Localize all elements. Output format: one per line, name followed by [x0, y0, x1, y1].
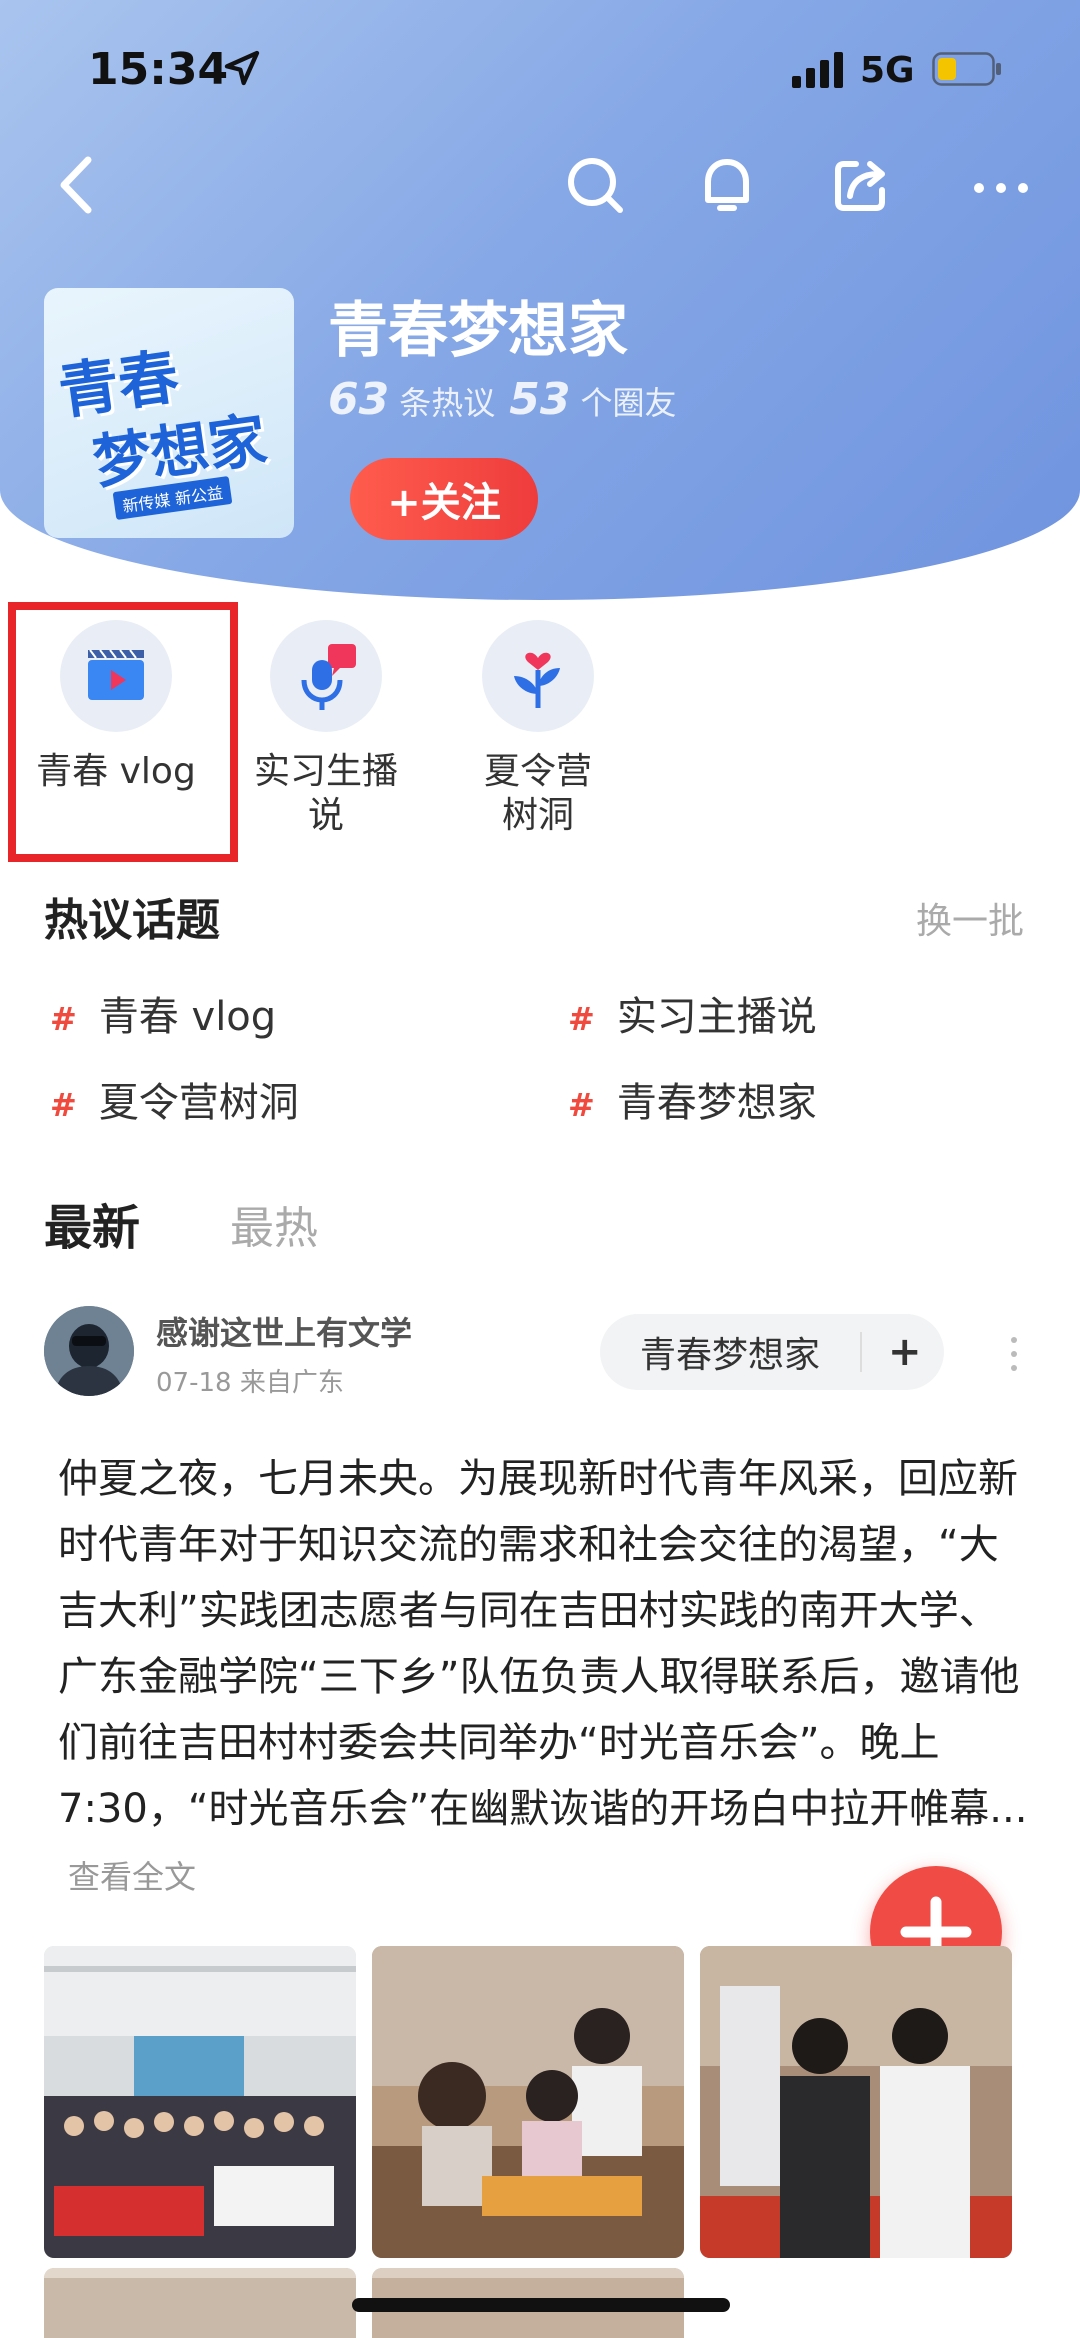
group-title: 青春梦想家: [328, 296, 628, 366]
tab-latest[interactable]: 最新: [44, 1188, 140, 1258]
discussion-count: 63: [328, 374, 390, 425]
top-nav: [0, 140, 1080, 250]
group-logo: 青春 梦想家 新传媒 新公益: [44, 288, 294, 538]
post-text: 仲夏之夜，七月未央。为展现新时代青年风采，回应新时代青年对于知识交流的需求和社会…: [58, 1456, 1028, 1832]
selection-highlight: [8, 602, 238, 862]
post-circle-tag[interactable]: 青春梦想家 +: [600, 1314, 944, 1390]
home-indicator: [352, 2298, 730, 2312]
post-more-icon[interactable]: [1008, 1334, 1020, 1374]
category-camp-label: 夏令营 树洞: [483, 751, 592, 836]
heart-plant-icon: [514, 652, 560, 708]
avatar[interactable]: [44, 1306, 134, 1396]
topic-label: 夏令营树洞: [98, 1080, 299, 1126]
member-label: 个圈友: [580, 384, 677, 422]
status-time: 15:34: [88, 44, 229, 95]
category-intern[interactable]: 实习生播 说: [226, 620, 426, 838]
post-image-1[interactable]: [44, 1946, 356, 2258]
hash-icon: #: [568, 1000, 595, 1038]
share-icon[interactable]: [826, 150, 896, 220]
hash-icon: #: [50, 1000, 77, 1038]
location-arrow-icon: [224, 50, 260, 86]
hash-icon: #: [50, 1086, 77, 1124]
refresh-topics-button[interactable]: 换一批: [916, 892, 1024, 944]
post-image-4[interactable]: [44, 2268, 356, 2338]
battery-icon: [932, 52, 1001, 86]
search-icon[interactable]: [560, 150, 630, 220]
topic-item[interactable]: # 夏令营树洞: [50, 1070, 299, 1128]
group-stats: 63 条热议 53 个圈友: [328, 374, 691, 425]
microphone-icon: [301, 644, 356, 710]
category-intern-circle: [270, 620, 382, 732]
category-camp-circle: [482, 620, 594, 732]
discussion-label: 条热议: [399, 384, 496, 422]
tab-hottest[interactable]: 最热: [230, 1192, 318, 1256]
read-more-link[interactable]: 查看全文: [68, 1858, 196, 1896]
post-circle-name: 青春梦想家: [640, 1335, 821, 1376]
hash-icon: #: [568, 1086, 595, 1124]
post-image-3[interactable]: [700, 1946, 1012, 2258]
back-icon[interactable]: [44, 150, 114, 220]
category-camp[interactable]: 夏令营 树洞: [438, 620, 638, 838]
bell-icon[interactable]: [692, 150, 762, 220]
topic-label: 青春 vlog: [98, 994, 277, 1040]
topic-item[interactable]: # 实习主播说: [568, 984, 817, 1042]
category-intern-label: 实习生播 说: [253, 751, 398, 836]
post-meta: 07-18 来自广东: [156, 1368, 344, 1398]
network-type: 5G: [860, 50, 915, 91]
signal-icon: [792, 52, 843, 88]
hot-topics-title: 热议话题: [44, 895, 220, 946]
plus-icon[interactable]: +: [888, 1329, 922, 1375]
post-author[interactable]: 感谢这世上有文学: [156, 1308, 412, 1354]
more-icon[interactable]: [966, 150, 1036, 220]
member-count: 53: [509, 374, 571, 425]
topic-item[interactable]: # 青春梦想家: [568, 1070, 817, 1128]
topic-item[interactable]: # 青春 vlog: [50, 984, 276, 1042]
topic-label: 青春梦想家: [616, 1080, 817, 1126]
follow-button[interactable]: +关注: [350, 458, 538, 540]
status-bar: 15:34 5G: [0, 0, 1080, 140]
divider: [860, 1332, 862, 1372]
topic-label: 实习主播说: [616, 994, 817, 1040]
post-content: 仲夏之夜，七月未央。为展现新时代青年风采，回应新时代青年对于知识交流的需求和社会…: [58, 1446, 1028, 1910]
post-image-2[interactable]: [372, 1946, 684, 2258]
